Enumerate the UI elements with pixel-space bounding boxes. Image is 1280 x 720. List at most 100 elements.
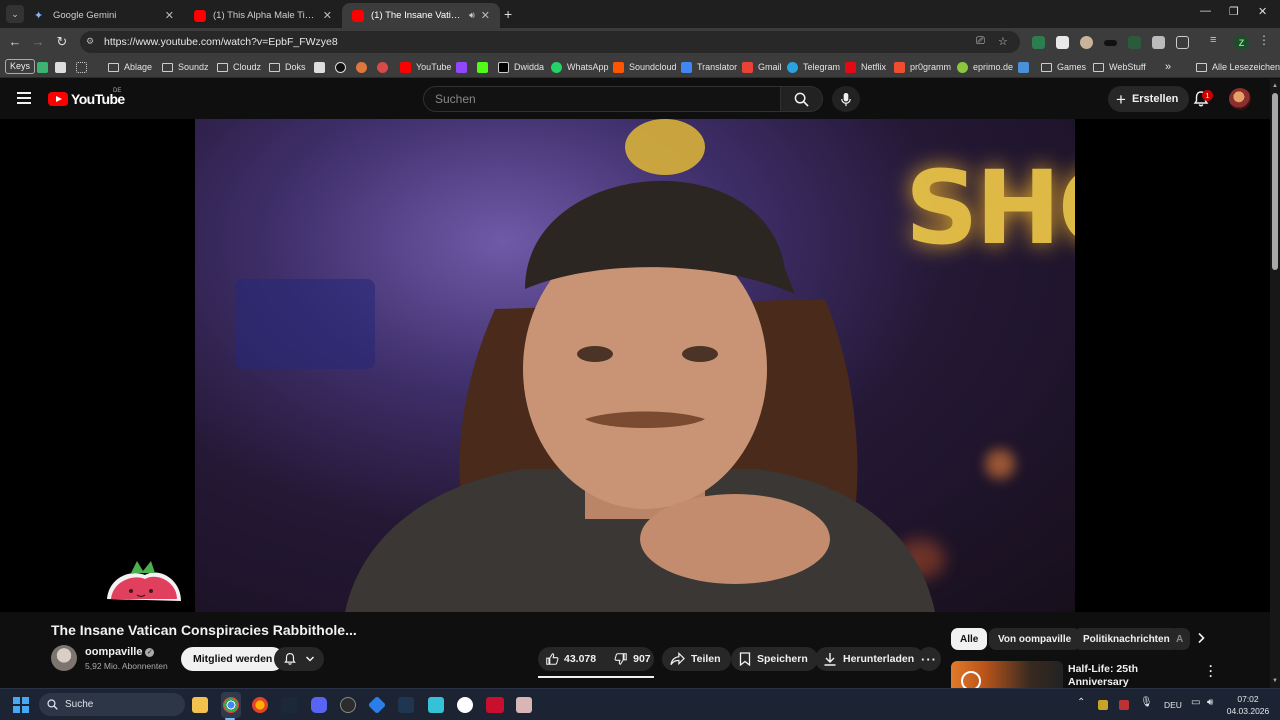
recommendation-menu-icon[interactable]: · · · <box>1209 660 1213 682</box>
window-close-icon[interactable]: ✕ <box>1258 5 1267 18</box>
tab-google-gemini[interactable]: ✦ Google Gemini ✕ <box>24 3 184 28</box>
image-viewer-icon[interactable] <box>516 697 532 713</box>
firefox-icon[interactable] <box>252 697 268 713</box>
audio-app-icon[interactable] <box>398 697 414 713</box>
bookmark-folder-soundz[interactable]: Soundz <box>162 59 209 75</box>
bookmark-gmail[interactable]: Gmail <box>742 59 782 75</box>
chip-next-partial[interactable]: A <box>1170 628 1190 650</box>
kick-icon[interactable] <box>477 59 493 75</box>
dislike-button[interactable]: 907 <box>606 647 659 671</box>
tiktok-icon[interactable] <box>335 59 351 75</box>
user-avatar[interactable] <box>1229 88 1251 110</box>
twitch-icon[interactable] <box>456 59 472 75</box>
taskbar-search-box[interactable]: Suche <box>39 693 185 716</box>
search-input[interactable] <box>424 87 780 111</box>
reading-list-icon[interactable]: ≡ <box>1210 34 1223 47</box>
bookmark-soundcloud[interactable]: Soundcloud <box>613 59 677 75</box>
create-button[interactable]: + Erstellen <box>1108 86 1190 112</box>
scroll-up-icon[interactable]: ▲ <box>1272 83 1278 89</box>
apps-grid-icon[interactable] <box>76 59 92 75</box>
menu-hamburger-icon[interactable] <box>17 92 31 104</box>
forward-icon[interactable]: → <box>30 34 46 49</box>
tray-microphone-icon[interactable]: 🎙︎ <box>1140 697 1153 708</box>
extension-icon[interactable] <box>1104 40 1117 46</box>
bookmark-folder-ablage[interactable]: Ablage <box>108 59 152 75</box>
scrollbar-thumb[interactable] <box>1272 93 1278 270</box>
bookmark-netflix[interactable]: Netflix <box>845 59 886 75</box>
profile-avatar[interactable]: Z <box>1234 35 1249 50</box>
tray-app-icon[interactable] <box>1119 700 1129 710</box>
channel-avatar[interactable] <box>51 645 77 671</box>
chip-politiknachrichten[interactable]: Politiknachrichten <box>1074 628 1179 650</box>
chrome-icon[interactable] <box>223 697 239 713</box>
subscription-bell-button[interactable] <box>274 647 324 671</box>
like-button[interactable]: 43.078 <box>538 647 606 671</box>
share-button[interactable]: Teilen <box>662 647 731 671</box>
chip-von-oompaville[interactable]: Von oompaville <box>989 628 1081 650</box>
tab-vatican-video[interactable]: (1) The Insane Vatican Conspiracies 🔊︎ ✕ <box>342 3 500 28</box>
menu-kebab-icon[interactable]: ⋮ <box>1258 33 1271 47</box>
bookmark-folder-webstuff[interactable]: WebStuff <box>1093 59 1146 75</box>
tray-app-icon[interactable] <box>1098 700 1108 710</box>
site-info-icon[interactable]: ⚙ <box>86 36 98 48</box>
bookmark-folder-all[interactable]: Alle Lesezeichen <box>1196 59 1280 75</box>
channel-name[interactable]: oompaville ✓ <box>85 646 155 658</box>
windows-start-icon[interactable] <box>13 697 29 713</box>
tab-alpha-male[interactable]: (1) This Alpha Male TikToker is ... ✕ <box>184 3 342 28</box>
video-frame[interactable]: SHO <box>195 119 1075 612</box>
save-button[interactable]: Speichern <box>731 647 818 671</box>
discord-icon[interactable] <box>311 697 327 713</box>
url-text[interactable]: https://www.youtube.com/watch?v=EpbF_FWz… <box>104 36 338 48</box>
app-icon[interactable] <box>367 695 387 715</box>
back-icon[interactable]: ← <box>7 34 23 49</box>
tray-overflow-icon[interactable]: ⌃ <box>1077 697 1085 708</box>
close-tab-icon[interactable]: ✕ <box>481 9 490 22</box>
obs-icon[interactable] <box>340 697 356 713</box>
bookmark-icon[interactable] <box>356 59 372 75</box>
page-scrollbar[interactable]: ▲ ▼ <box>1270 79 1280 688</box>
bookmark-star-icon[interactable]: ☆ <box>998 35 1008 48</box>
chevron-right-icon[interactable] <box>1196 632 1206 647</box>
taskbar-clock[interactable]: 07:02 04.03.2026 <box>1226 693 1270 717</box>
new-tab-button[interactable]: + <box>504 6 512 22</box>
bookmark-youtube[interactable]: YouTube <box>400 59 451 75</box>
bookmark-icon[interactable] <box>37 59 53 75</box>
extensions-puzzle-icon[interactable] <box>1176 36 1189 49</box>
bookmark-icon[interactable] <box>314 59 330 75</box>
file-explorer-icon[interactable] <box>192 697 208 713</box>
bookmark-translator[interactable]: Translator <box>681 59 737 75</box>
extension-icon[interactable] <box>1080 36 1093 49</box>
app-icon[interactable] <box>486 697 504 713</box>
bookmark-icon[interactable] <box>377 59 393 75</box>
speaker-icon[interactable]: 🔊︎ <box>469 10 475 21</box>
extension-icon[interactable] <box>1032 36 1045 49</box>
close-tab-icon[interactable]: ✕ <box>323 9 332 22</box>
minimize-icon[interactable]: — <box>1200 5 1211 17</box>
extension-icon[interactable] <box>1128 36 1141 49</box>
bookmark-icon[interactable] <box>1018 59 1034 75</box>
video-player[interactable]: SHO <box>0 119 1270 612</box>
bookmark-whatsapp[interactable]: WhatsApp <box>551 59 609 75</box>
bookmark-folder-doks[interactable]: Doks <box>269 59 306 75</box>
bookmark-folder-games[interactable]: Games <box>1041 59 1086 75</box>
extension-icon[interactable] <box>1056 36 1069 49</box>
join-button[interactable]: Mitglied werden <box>181 647 285 671</box>
bookmark-folder-cloudz[interactable]: Cloudz <box>217 59 261 75</box>
bookmark-keys[interactable]: Keys <box>5 59 36 74</box>
scroll-down-icon[interactable]: ▼ <box>1272 678 1278 684</box>
language-indicator[interactable]: DEU <box>1164 700 1182 710</box>
youtube-logo[interactable]: YouTube DE <box>48 88 125 107</box>
github-icon[interactable] <box>457 697 473 713</box>
bookmark-telegram[interactable]: Telegram <box>787 59 840 75</box>
steam-icon[interactable] <box>281 697 297 713</box>
volume-icon[interactable]: 🔊︎ <box>1207 697 1213 708</box>
extension-icon[interactable] <box>1152 36 1165 49</box>
cast-icon[interactable]: ⎚ <box>976 35 985 48</box>
bookmark-pr0gramm[interactable]: pr0gramm <box>894 59 951 75</box>
tab-search-icon[interactable]: ⌄ <box>6 5 24 23</box>
search-field[interactable] <box>423 86 781 112</box>
voice-search-button[interactable] <box>832 86 860 112</box>
bookmark-dwidda[interactable]: Dwidda <box>498 59 544 75</box>
address-bar[interactable]: ⚙ https://www.youtube.com/watch?v=EpbF_F… <box>80 31 1020 53</box>
search-button[interactable] <box>781 86 823 112</box>
